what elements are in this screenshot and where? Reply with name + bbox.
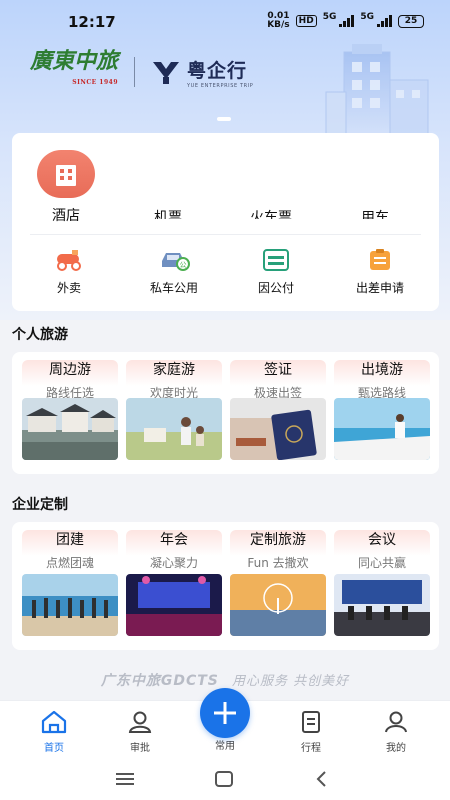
trip-nearby[interactable]: 周边游 路线任选 xyxy=(22,360,118,401)
tab-profile[interactable]: 我的 xyxy=(366,709,426,754)
itinerary-icon xyxy=(296,709,326,735)
tab-itinerary[interactable]: 行程 xyxy=(281,709,341,754)
enterprise-team-building[interactable]: 团建 点燃团魂 xyxy=(22,530,118,571)
enterprise-annual-meeting-image[interactable] xyxy=(126,574,222,636)
enterprise-custom-tour[interactable]: 定制旅游 Fun 去撒欢 xyxy=(230,530,326,571)
hd-badge: HD xyxy=(295,15,317,27)
home-icon xyxy=(39,709,69,735)
enterprise-conference[interactable]: 会议 同心共赢 xyxy=(334,530,430,571)
banner-page-indicator xyxy=(217,117,231,121)
profile-icon xyxy=(381,709,411,735)
status-indicators: 0.01 KB/s HD 5G 5G 25 xyxy=(267,12,424,30)
network-speed: 0.01 KB/s xyxy=(267,11,290,30)
status-time: 12:17 xyxy=(68,13,116,31)
application-icon xyxy=(364,247,396,273)
logo-divider xyxy=(134,57,136,87)
back-icon[interactable] xyxy=(309,768,333,790)
tab-approval[interactable]: 审批 xyxy=(110,709,170,754)
home-button-icon[interactable] xyxy=(212,768,236,790)
service-train[interactable]: 火车票 xyxy=(226,207,316,219)
logo-yueqixing: 粤企行 YUE ENTERPRISE TRIP xyxy=(151,56,253,89)
enterprise-custom-tour-image[interactable] xyxy=(230,574,326,636)
logo-gdcts: 廣東中旅 SINCE 1949 xyxy=(30,48,119,86)
svg-text:公: 公 xyxy=(180,261,187,269)
section-title-enterprise: 企业定制 xyxy=(12,497,68,513)
service-trip-application[interactable]: 出差申请 xyxy=(335,247,425,296)
trip-family-image[interactable] xyxy=(126,398,222,460)
personal-travel-card: 周边游 路线任选 家庭游 欢度时光 签证 极速出签 出境游 甄选路线 xyxy=(12,352,439,474)
scan-pay-icon xyxy=(260,247,292,273)
enterprise-custom-card: 团建 点燃团魂 年会 凝心聚力 定制旅游 Fun 去撒欢 会议 同心共赢 xyxy=(12,522,439,650)
trip-outbound-image[interactable] xyxy=(334,398,430,460)
approval-icon xyxy=(125,709,155,735)
plus-icon[interactable] xyxy=(200,688,250,738)
net-label-2: 5G xyxy=(360,12,374,22)
private-car-icon: 公 xyxy=(158,247,190,273)
trip-nearby-image[interactable] xyxy=(22,398,118,460)
hotel-icon[interactable] xyxy=(37,150,95,198)
service-flight[interactable]: 机票 xyxy=(123,207,213,219)
building-illustration xyxy=(325,44,429,140)
service-business-pay[interactable]: 因公付 xyxy=(231,247,321,296)
scooter-icon xyxy=(53,247,85,273)
service-car[interactable]: 用车 xyxy=(330,207,420,219)
section-title-personal: 个人旅游 xyxy=(12,327,68,343)
trip-family[interactable]: 家庭游 欢度时光 xyxy=(126,360,222,401)
signal-icon xyxy=(339,15,355,27)
enterprise-annual-meeting[interactable]: 年会 凝心聚力 xyxy=(126,530,222,571)
brand-logos: 廣東中旅 SINCE 1949 粤企行 YUE ENTERPRISE TRIP xyxy=(30,50,253,94)
services-divider xyxy=(30,234,421,235)
enterprise-team-building-image[interactable] xyxy=(22,574,118,636)
service-hotel[interactable]: 酒店 xyxy=(21,205,111,225)
yueqixing-mark-icon xyxy=(153,62,180,84)
battery-icon: 25 xyxy=(398,14,424,28)
services-card: 酒店 机票 火车票 用车 外卖 公 私车公用 因公付 出差申请 xyxy=(12,133,439,311)
service-private-car[interactable]: 公 私车公用 xyxy=(129,247,219,296)
service-takeout[interactable]: 外卖 xyxy=(24,247,114,296)
system-navbar xyxy=(0,758,450,800)
tab-home[interactable]: 首页 xyxy=(24,709,84,754)
trip-outbound[interactable]: 出境游 甄选路线 xyxy=(334,360,430,401)
footer-slogan: 广东中旅GDCTS 用心服务 共创美好 xyxy=(100,673,350,689)
trip-visa-image[interactable] xyxy=(230,398,326,460)
trip-visa[interactable]: 签证 极速出签 xyxy=(230,360,326,401)
tab-common[interactable]: 常用 xyxy=(195,737,255,752)
status-bar: 12:17 0.01 KB/s HD 5G 5G 25 xyxy=(0,0,450,44)
signal-icon xyxy=(377,15,392,27)
enterprise-conference-image[interactable] xyxy=(334,574,430,636)
net-label-1: 5G xyxy=(322,12,337,22)
menu-icon[interactable] xyxy=(113,768,137,790)
